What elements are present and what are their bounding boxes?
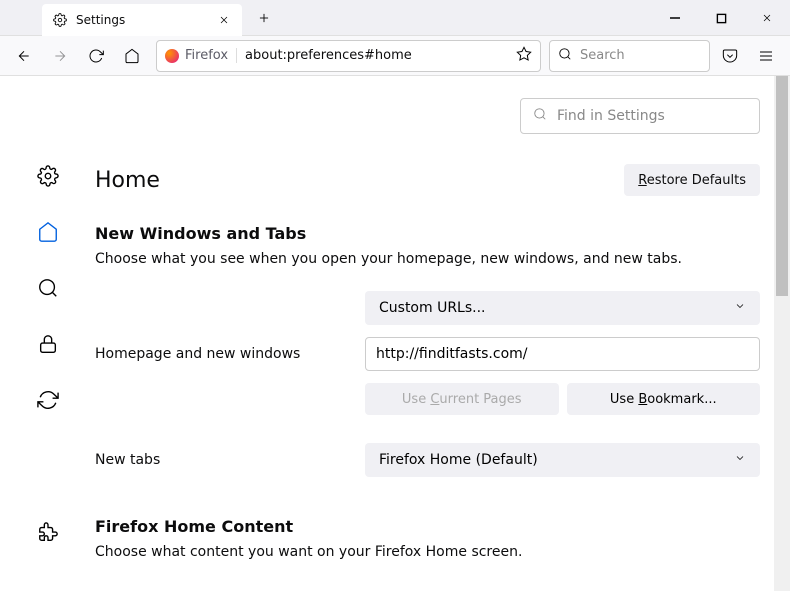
maximize-button[interactable] xyxy=(698,0,744,36)
url-bar[interactable]: Firefox about:preferences#home xyxy=(156,40,541,72)
section-desc-2: Choose what content you want on your Fir… xyxy=(95,544,760,560)
section-title: New Windows and Tabs xyxy=(95,224,760,243)
search-placeholder: Search xyxy=(580,48,625,63)
select-value: Firefox Home (Default) xyxy=(379,452,538,468)
sidebar-extensions[interactable] xyxy=(30,515,66,551)
find-in-settings-input[interactable]: Find in Settings xyxy=(520,98,760,134)
search-icon xyxy=(533,107,547,125)
new-tab-button[interactable] xyxy=(250,4,278,32)
gear-icon xyxy=(52,12,68,28)
tab-bar: Settings xyxy=(0,0,790,36)
homepage-mode-select[interactable]: Custom URLs... xyxy=(365,291,760,325)
minimize-button[interactable] xyxy=(652,0,698,36)
chevron-down-icon xyxy=(734,452,746,468)
scrollbar-track[interactable] xyxy=(774,76,790,591)
menu-button[interactable] xyxy=(750,40,782,72)
close-icon[interactable] xyxy=(216,12,232,28)
star-icon[interactable] xyxy=(516,46,532,66)
home-button[interactable] xyxy=(116,40,148,72)
sidebar-privacy[interactable] xyxy=(30,326,66,362)
reload-button[interactable] xyxy=(80,40,112,72)
identity-label: Firefox xyxy=(185,48,228,63)
chevron-down-icon xyxy=(734,300,746,316)
main-panel: Find in Settings Home Restore Defaults N… xyxy=(95,76,790,591)
newtabs-select[interactable]: Firefox Home (Default) xyxy=(365,443,760,477)
use-current-pages-button[interactable]: Use Current Pages xyxy=(365,383,559,415)
browser-tab[interactable]: Settings xyxy=(42,4,242,36)
section-title-2: Firefox Home Content xyxy=(95,517,760,536)
url-text: about:preferences#home xyxy=(245,48,508,63)
sidebar-home[interactable] xyxy=(30,214,66,250)
scrollbar-thumb[interactable] xyxy=(776,76,788,296)
sidebar-general[interactable] xyxy=(30,158,66,194)
select-value: Custom URLs... xyxy=(379,300,486,316)
homepage-label: Homepage and new windows xyxy=(95,346,365,362)
newtabs-label: New tabs xyxy=(95,452,365,468)
firefox-icon xyxy=(165,49,179,63)
sidebar xyxy=(0,76,95,591)
sidebar-search[interactable] xyxy=(30,270,66,306)
content-area: Find in Settings Home Restore Defaults N… xyxy=(0,76,790,591)
toolbar: Firefox about:preferences#home Search xyxy=(0,36,790,76)
homepage-url-input[interactable] xyxy=(365,337,760,371)
identity-box[interactable]: Firefox xyxy=(165,48,237,63)
window-controls xyxy=(652,0,790,36)
sidebar-sync[interactable] xyxy=(30,382,66,418)
restore-defaults-button[interactable]: Restore Defaults xyxy=(624,164,760,196)
section-desc: Choose what you see when you open your h… xyxy=(95,251,760,267)
search-icon xyxy=(558,46,572,65)
back-button[interactable] xyxy=(8,40,40,72)
find-placeholder: Find in Settings xyxy=(557,108,665,124)
use-bookmark-button[interactable]: Use Bookmark... xyxy=(567,383,761,415)
forward-button[interactable] xyxy=(44,40,76,72)
search-bar[interactable]: Search xyxy=(549,40,710,72)
close-window-button[interactable] xyxy=(744,0,790,36)
pocket-button[interactable] xyxy=(714,40,746,72)
tab-title: Settings xyxy=(76,13,208,27)
page-title: Home xyxy=(95,168,160,193)
